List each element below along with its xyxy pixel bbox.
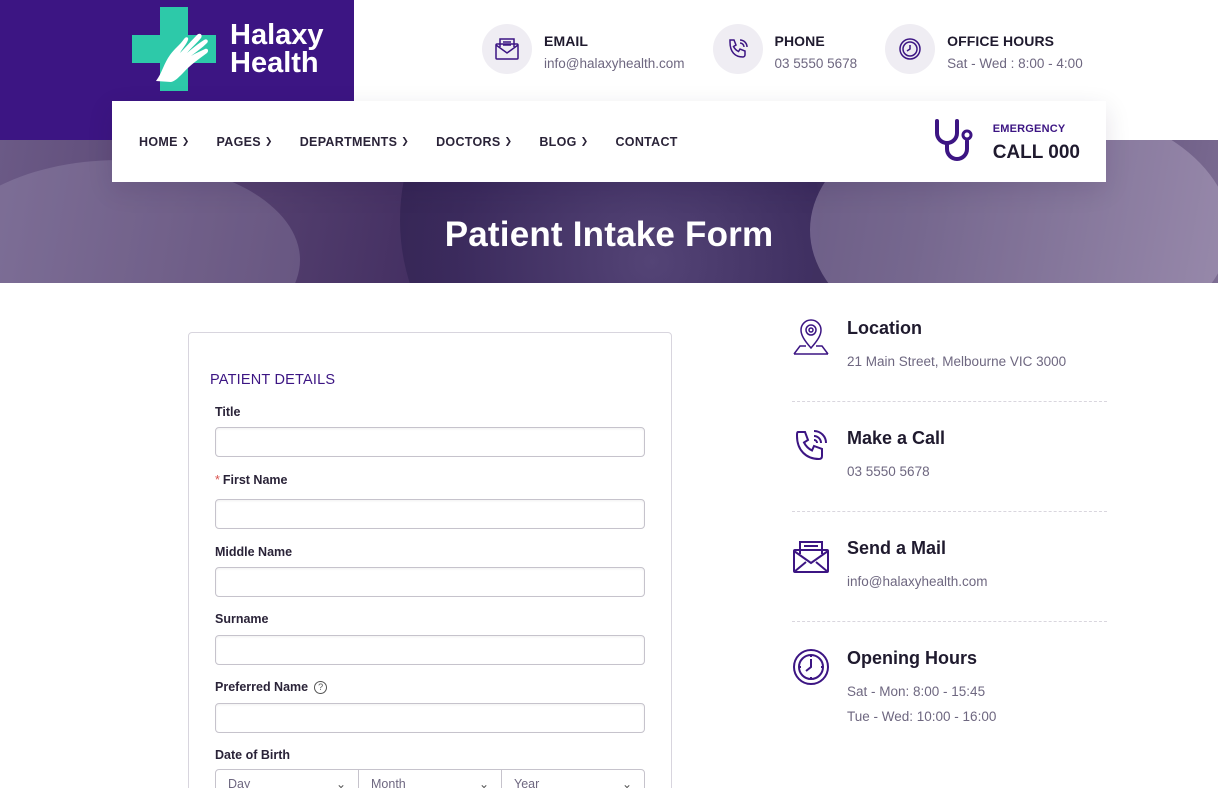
title-label: Title	[215, 405, 241, 419]
nav-links: HOME ❯ PAGES ❯ DEPARTMENTS ❯ DOCTORS ❯ BLOG ❯…	[139, 135, 705, 149]
logo-wordmark: Halaxy Health	[230, 19, 324, 79]
help-icon[interactable]: ?	[314, 681, 328, 694]
first-name-label: * First Name	[215, 473, 288, 487]
call-value[interactable]: 03 5550 5678	[847, 464, 945, 479]
clock-icon	[885, 24, 936, 74]
emergency-call[interactable]: EMERGENCY CALL 000	[933, 117, 1080, 170]
logo-cross-hand-icon	[132, 7, 216, 91]
contact-phone[interactable]: PHONE 03 5550 5678	[712, 24, 858, 74]
title-input[interactable]	[215, 427, 645, 457]
section-title: PATIENT DETAILS	[210, 372, 336, 388]
middle-name-label: Middle Name	[215, 545, 293, 559]
surname-label: Surname	[215, 612, 269, 626]
contact-hours-label: OFFICE HOURS	[947, 33, 1055, 49]
chevron-down-icon: ⌄	[478, 777, 489, 788]
stethoscope-icon	[933, 117, 979, 170]
nav-item-doctors[interactable]: DOCTORS ❯	[436, 135, 512, 149]
emergency-label: EMERGENCY	[992, 123, 1066, 135]
chevron-down-icon: ❯	[401, 136, 410, 146]
phone-icon	[792, 428, 832, 468]
contact-email-value[interactable]: info@halaxyhealth.com	[544, 56, 685, 71]
envelope-icon	[482, 24, 532, 74]
call-title: Make a Call	[847, 428, 946, 448]
middle-name-input[interactable]	[215, 567, 645, 597]
nav-item-pages[interactable]: PAGES ❯	[217, 135, 273, 149]
chevron-down-icon: ❯	[580, 136, 589, 146]
divider	[792, 511, 1107, 512]
dob-selects: Day ⌄ Month ⌄ Year ⌄	[215, 769, 645, 788]
contact-email[interactable]: EMAIL info@halaxyhealth.com	[482, 24, 685, 74]
chevron-down-icon: ⌄	[335, 777, 346, 788]
contact-phone-value[interactable]: 03 5550 5678	[775, 56, 858, 71]
nav-item-home[interactable]: HOME ❯	[139, 135, 190, 149]
page-title: Patient Intake Form	[444, 215, 774, 254]
preferred-name-input[interactable]	[215, 703, 645, 733]
surname-input[interactable]	[215, 635, 645, 665]
location-value: 21 Main Street, Melbourne VIC 3000	[847, 354, 1067, 369]
dob-label: Date of Birth	[215, 748, 290, 762]
location-title: Location	[847, 318, 922, 338]
mail-value[interactable]: info@halaxyhealth.com	[847, 574, 988, 589]
emergency-number[interactable]: CALL 000	[993, 142, 1080, 164]
chevron-down-icon: ❯	[181, 136, 190, 146]
contact-phone-label: PHONE	[774, 33, 825, 49]
contact-hours-value: Sat - Wed : 8:00 - 4:00	[947, 56, 1083, 71]
nav-item-departments[interactable]: DEPARTMENTS ❯	[300, 135, 409, 149]
divider	[792, 621, 1107, 622]
info-mail: Send a Mail info@halaxyhealth.com	[792, 538, 1107, 589]
contact-hours: OFFICE HOURS Sat - Wed : 8:00 - 4:00	[885, 24, 1083, 74]
patient-intake-form: PATIENT DETAILS Title * First Name Middle…	[188, 332, 672, 788]
hours-line1: Sat - Mon: 8:00 - 15:45	[847, 684, 986, 699]
preferred-name-label: Preferred Name?	[215, 680, 328, 694]
info-call: Make a Call 03 5550 5678	[792, 428, 1107, 479]
dob-day-select[interactable]: Day ⌄	[216, 770, 359, 788]
chevron-down-icon: ❯	[264, 136, 273, 146]
required-marker: *	[215, 473, 220, 487]
logo[interactable]: Halaxy Health	[132, 5, 342, 93]
envelope-icon	[792, 538, 832, 578]
info-location: Location 21 Main Street, Melbourne VIC 3…	[792, 318, 1107, 369]
nav-item-blog[interactable]: BLOG ❯	[539, 135, 588, 149]
info-hours: Opening Hours Sat - Mon: 8:00 - 15:45 Tu…	[792, 648, 1107, 724]
clock-icon	[792, 648, 832, 688]
contact-email-label: EMAIL	[544, 33, 589, 49]
chevron-down-icon: ❯	[504, 136, 513, 146]
contact-bar: EMAIL info@halaxyhealth.com PHONE 03 555…	[482, 24, 1111, 74]
chevron-down-icon: ⌄	[621, 777, 632, 788]
dob-year-select[interactable]: Year ⌄	[502, 770, 644, 788]
nav-item-contact[interactable]: CONTACT	[615, 135, 677, 149]
dob-month-select[interactable]: Month ⌄	[359, 770, 502, 788]
phone-icon	[712, 24, 763, 74]
divider	[792, 401, 1107, 402]
hours-title: Opening Hours	[847, 648, 977, 668]
hours-line2: Tue - Wed: 10:00 - 16:00	[847, 709, 997, 724]
main-nav: HOME ❯ PAGES ❯ DEPARTMENTS ❯ DOCTORS ❯ BLOG ❯…	[112, 101, 1106, 182]
first-name-input[interactable]	[215, 499, 645, 529]
location-pin-icon	[792, 318, 832, 358]
mail-title: Send a Mail	[847, 538, 947, 558]
